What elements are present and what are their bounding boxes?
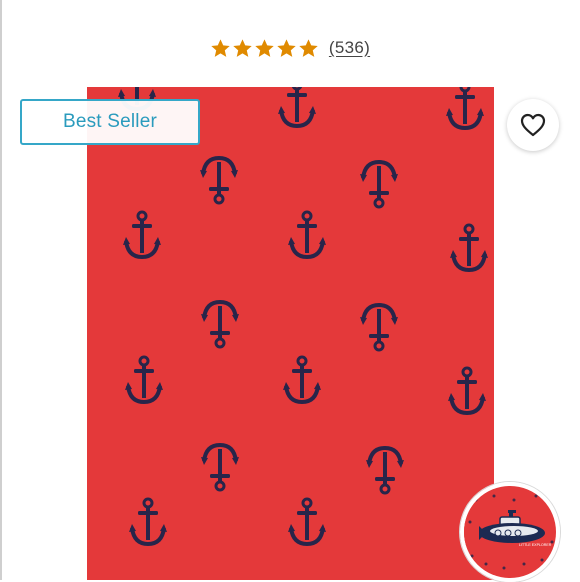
best-seller-badge: Best Seller	[20, 99, 200, 145]
star-icon	[277, 38, 296, 57]
rating-summary[interactable]: (536)	[0, 34, 580, 62]
color-swatch[interactable]: LITTLE EXPLORER	[460, 482, 560, 582]
star-icon	[211, 38, 230, 57]
swatch-print: LITTLE EXPLORER	[464, 486, 556, 578]
heart-outline-icon	[520, 113, 546, 137]
star-icon	[233, 38, 252, 57]
product-image[interactable]	[87, 87, 494, 580]
swatch-label: LITTLE EXPLORER	[519, 543, 552, 547]
star-icon	[255, 38, 274, 57]
star-rating	[210, 38, 319, 59]
review-count-link[interactable]: (536)	[329, 38, 370, 58]
star-icon	[299, 38, 318, 57]
page-edge-divider	[0, 0, 2, 580]
best-seller-label: Best Seller	[62, 111, 158, 132]
anchor-pattern	[87, 87, 494, 580]
favorite-button[interactable]	[507, 99, 559, 151]
